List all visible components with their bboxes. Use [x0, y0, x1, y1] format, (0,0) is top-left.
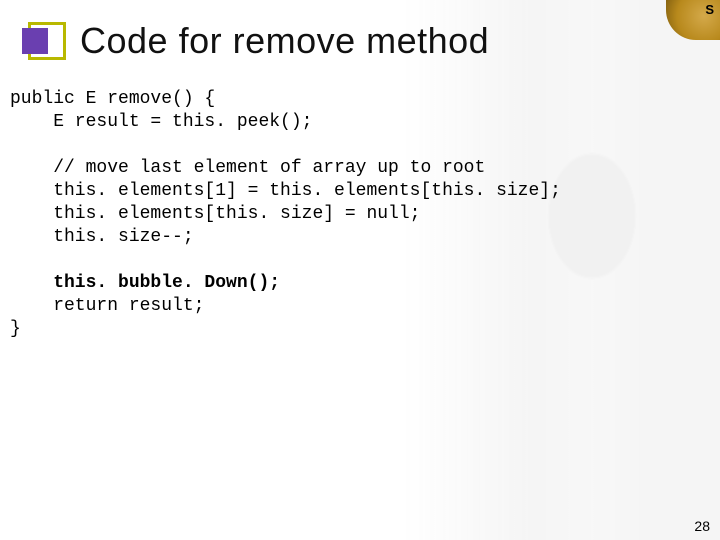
code-line: this. size--; [10, 227, 194, 247]
code-line: // move last element of array up to root [10, 158, 485, 178]
title-bullet-icon [28, 22, 66, 60]
code-line: return result; [10, 296, 204, 316]
corner-label: S [705, 2, 714, 17]
code-line: public E remove() { [10, 89, 215, 109]
code-line: this. elements[this. size] = null; [10, 204, 420, 224]
code-line: } [10, 319, 21, 339]
page-number: 28 [694, 518, 710, 534]
code-line: this. elements[1] = this. elements[this.… [10, 181, 561, 201]
title-row: Code for remove method [28, 20, 489, 62]
code-line: E result = this. peek(); [10, 112, 312, 132]
slide-title: Code for remove method [80, 20, 489, 62]
code-line: this. bubble. Down(); [10, 273, 280, 293]
code-block: public E remove() { E result = this. pee… [10, 88, 561, 341]
corner-badge: S [666, 0, 720, 40]
